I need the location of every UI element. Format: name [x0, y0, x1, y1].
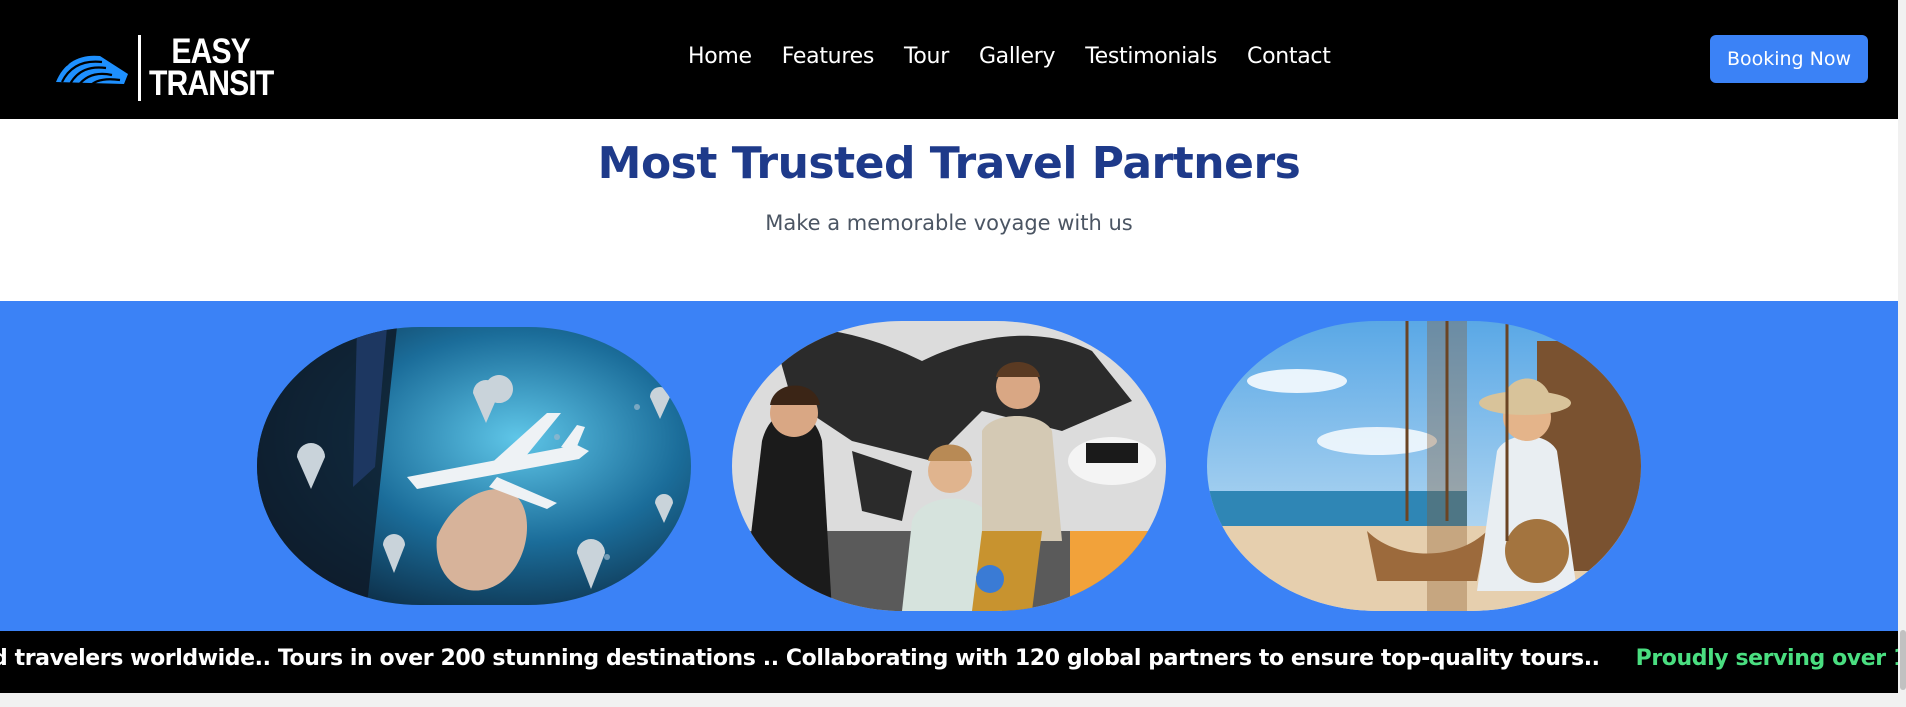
brand-logo[interactable]: EASY TRANSIT: [54, 34, 294, 102]
ticker-track: d travelers worldwide.. Tours in over 20…: [0, 646, 1898, 671]
nav-home[interactable]: Home: [688, 44, 752, 69]
nav-tour[interactable]: Tour: [904, 44, 949, 69]
page-bottom-strip: [0, 693, 1906, 707]
top-navbar: EASY TRANSIT Home Features Tour Gallery …: [0, 0, 1898, 119]
travel-agency-image: [732, 321, 1166, 611]
nav-testimonials[interactable]: Testimonials: [1085, 44, 1217, 69]
vertical-scrollbar[interactable]: [1898, 0, 1906, 693]
nav-features[interactable]: Features: [782, 44, 875, 69]
nav-gallery[interactable]: Gallery: [979, 44, 1056, 69]
hero-subtitle: Make a memorable voyage with us: [765, 211, 1133, 235]
ticker-text-white: d travelers worldwide.. Tours in over 20…: [0, 646, 1600, 671]
stripes-logo-icon: [54, 55, 128, 88]
news-ticker: d travelers worldwide.. Tours in over 20…: [0, 631, 1898, 693]
brand-line-2: TRANSIT: [149, 64, 274, 103]
logo-divider: [138, 35, 141, 101]
hero-title: Most Trusted Travel Partners: [597, 138, 1301, 189]
nav-contact[interactable]: Contact: [1247, 44, 1331, 69]
main-nav: Home Features Tour Gallery Testimonials …: [688, 44, 1361, 69]
airplane-globe-image: [257, 327, 691, 605]
brand-wordmark: EASY TRANSIT: [149, 34, 274, 103]
booking-now-button[interactable]: Booking Now: [1710, 35, 1868, 83]
ticker-text-green: Proudly serving over 100k satisfied trav…: [1635, 646, 1898, 671]
beach-swing-image: [1207, 321, 1641, 611]
scrollbar-thumb[interactable]: [1900, 630, 1906, 690]
